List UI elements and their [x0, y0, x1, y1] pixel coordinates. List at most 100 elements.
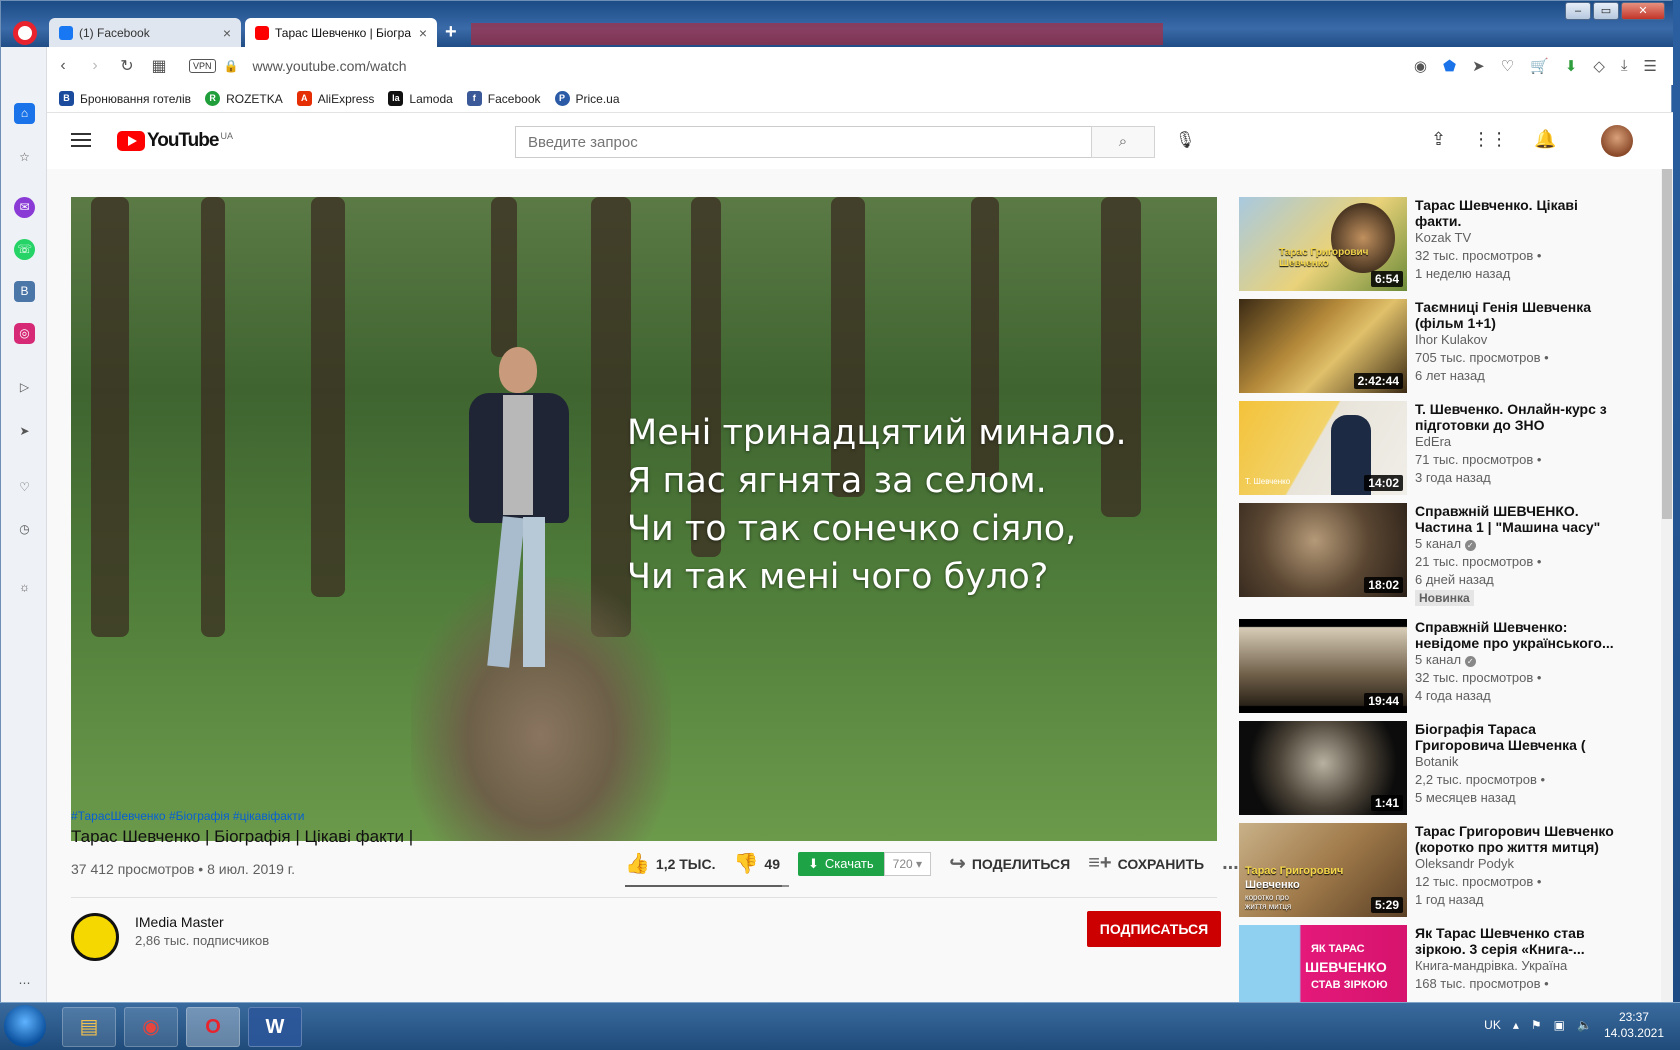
video-thumbnail[interactable]: Тарас Григорович Шевченко 6:54: [1239, 197, 1407, 291]
list-item[interactable]: 18:02 Справжній ШЕВЧЕНКО. Частина 1 | "М…: [1239, 503, 1639, 617]
bookmark-price[interactable]: P Price.ua: [554, 91, 620, 106]
downloads-icon[interactable]: ⤓: [1621, 57, 1628, 75]
maximize-button[interactable]: ▭: [1593, 2, 1619, 20]
lightbulb-icon[interactable]: ☼: [14, 577, 35, 598]
bookmark-aliexpress[interactable]: A AliExpress: [296, 91, 374, 106]
tabs-grid-icon[interactable]: ▦: [143, 56, 175, 76]
tab-close-icon[interactable]: ×: [419, 25, 427, 41]
list-item[interactable]: ЯК ТАРАС ШЕВЧЕНКО СТАВ ЗІРКОЮ Як Тарас Ш…: [1239, 925, 1639, 1003]
dislike-button[interactable]: 👎 49: [734, 851, 780, 876]
tab-close-icon[interactable]: ×: [223, 25, 231, 41]
easy-setup-icon[interactable]: ☰: [1644, 57, 1657, 75]
apps-icon[interactable]: ⋮⋮: [1472, 129, 1508, 150]
video-thumbnail[interactable]: ЯК ТАРАС ШЕВЧЕНКО СТАВ ЗІРКОЮ: [1239, 925, 1407, 1003]
subscribe-button[interactable]: ПОДПИСАТЬСЯ: [1087, 911, 1221, 947]
messenger-icon[interactable]: ✉: [14, 197, 35, 218]
more-icon[interactable]: ⋯: [14, 973, 35, 994]
search-input[interactable]: [515, 126, 1093, 158]
cube-icon[interactable]: ◇: [1593, 57, 1605, 75]
page-scrollbar[interactable]: [1661, 169, 1673, 1003]
vk-icon[interactable]: B: [14, 281, 35, 302]
video-thumbnail[interactable]: 19:44: [1239, 619, 1407, 713]
player-icon[interactable]: ▷: [14, 377, 35, 398]
chrome-taskbar-icon[interactable]: ◉: [124, 1007, 178, 1047]
opera-taskbar-icon[interactable]: O: [186, 1007, 240, 1047]
new-tab-button[interactable]: +: [445, 21, 457, 44]
cart-icon[interactable]: 🛒: [1530, 57, 1549, 75]
channel-name[interactable]: IMedia Master: [135, 914, 224, 930]
scrollbar-thumb[interactable]: [1662, 169, 1672, 519]
whatsapp-icon[interactable]: ☏: [14, 239, 35, 260]
more-actions-button[interactable]: ...: [1222, 852, 1239, 875]
network-icon[interactable]: ▣: [1554, 1018, 1565, 1032]
rec-title: Таємниці Генія Шевченка (фільм 1+1): [1415, 299, 1592, 331]
video-thumbnail[interactable]: Тарас Григорович Шевченко коротко про жи…: [1239, 823, 1407, 917]
channel-avatar[interactable]: [71, 913, 119, 961]
youtube-logo[interactable]: YouTube UA: [117, 130, 233, 152]
list-item[interactable]: Тарас Григорович Шевченко 6:54 Тарас Шев…: [1239, 197, 1639, 291]
bookmarks-heart-icon[interactable]: ♡: [14, 477, 35, 498]
explorer-taskbar-icon[interactable]: ▤: [62, 1007, 116, 1047]
list-item[interactable]: Т. Шевченко 14:02 Т. Шевченко. Онлайн-ку…: [1239, 401, 1639, 495]
clock[interactable]: 23:37 14.03.2021: [1604, 1009, 1664, 1041]
tab-facebook[interactable]: (1) Facebook ×: [49, 18, 241, 47]
url-field[interactable]: www.youtube.com/watch: [252, 58, 406, 74]
upload-icon[interactable]: ⇪: [1431, 129, 1446, 150]
flow-icon[interactable]: ➤: [14, 421, 35, 442]
bookmark-booking[interactable]: B Бронювання готелів: [59, 91, 191, 106]
video-thumbnail[interactable]: 18:02: [1239, 503, 1407, 597]
shield-icon[interactable]: ⬟: [1443, 57, 1456, 75]
search-button[interactable]: ⌕: [1091, 126, 1155, 158]
forward-icon[interactable]: ›: [79, 57, 111, 75]
notifications-bell-icon[interactable]: 🔔: [1534, 129, 1556, 150]
start-button[interactable]: [4, 1005, 46, 1047]
history-icon[interactable]: ◷: [14, 519, 35, 540]
language-indicator[interactable]: UK: [1484, 1018, 1501, 1032]
reload-icon[interactable]: ↻: [111, 56, 143, 76]
bookmark-rozetka[interactable]: R ROZETKA: [205, 91, 283, 106]
close-window-button[interactable]: ✕: [1621, 2, 1665, 20]
mic-icon[interactable]: 🎙: [1175, 130, 1195, 150]
download-extension-icon[interactable]: ⬇: [1565, 57, 1578, 75]
home-icon[interactable]: ⌂: [14, 103, 35, 124]
rec-channel: Ihor Kulakov: [1415, 332, 1488, 347]
save-button[interactable]: ≡+ СОХРАНИТЬ: [1088, 852, 1204, 875]
video-thumbnail[interactable]: 2:42:44: [1239, 299, 1407, 393]
list-item[interactable]: Тарас Григорович Шевченко коротко про жи…: [1239, 823, 1639, 917]
list-item[interactable]: 19:44 Справжній Шевченко: невідоме про у…: [1239, 619, 1639, 713]
like-button[interactable]: 👍 1,2 ТЫС.: [625, 851, 716, 876]
vpn-badge[interactable]: VPN: [189, 59, 216, 73]
lock-icon[interactable]: 🔒: [224, 59, 239, 73]
bookmark-lamoda[interactable]: la Lamoda: [388, 91, 453, 106]
instagram-icon[interactable]: ◎: [14, 323, 35, 344]
heart-icon[interactable]: ♡: [1501, 57, 1514, 75]
tab-youtube[interactable]: Тарас Шевченко | Біогра ×: [245, 18, 437, 47]
send-icon[interactable]: ➤: [1472, 57, 1485, 75]
video-hashtags[interactable]: #ТарасШевченко #Біографія #цікавіфакти: [71, 809, 305, 823]
speed-dial-icon[interactable]: ☆: [14, 147, 35, 168]
flag-icon[interactable]: ⚑: [1531, 1018, 1542, 1032]
opera-menu-icon[interactable]: [13, 21, 37, 45]
word-taskbar-icon[interactable]: W: [248, 1007, 302, 1047]
share-button[interactable]: ↪ ПОДЕЛИТЬСЯ: [949, 851, 1070, 876]
video-thumbnail[interactable]: Т. Шевченко 14:02: [1239, 401, 1407, 495]
download-button[interactable]: ⬇ Скачать: [798, 851, 884, 876]
menu-icon[interactable]: [71, 133, 91, 147]
avatar[interactable]: [1601, 125, 1633, 157]
taskbar: ▤ ◉ O W UK ▴ ⚑ ▣ 🔈 23:37 14.03.2021: [0, 1002, 1680, 1050]
thumbnail-text: Т. Шевченко: [1245, 477, 1291, 486]
tray-expand-icon[interactable]: ▴: [1513, 1018, 1519, 1032]
volume-icon[interactable]: 🔈: [1577, 1018, 1592, 1032]
video-player[interactable]: Мені тринадцятий минало. Я пас ягнята за…: [71, 197, 1217, 841]
back-icon[interactable]: ‹: [47, 57, 79, 75]
rec-channel: Kozak TV: [1415, 230, 1472, 245]
browser-window: (1) Facebook × Тарас Шевченко | Біогра ×…: [0, 0, 1673, 1003]
list-item[interactable]: 1:41 Біографія Тараса Григоровича Шевчен…: [1239, 721, 1639, 815]
video-thumbnail[interactable]: 1:41: [1239, 721, 1407, 815]
quality-select[interactable]: 720 ▾: [883, 851, 932, 876]
minimize-button[interactable]: –: [1565, 2, 1591, 20]
window-controls: – ▭ ✕: [1565, 2, 1665, 20]
list-item[interactable]: 2:42:44 Таємниці Генія Шевченка (фільм 1…: [1239, 299, 1639, 393]
camera-icon[interactable]: ◉: [1414, 57, 1427, 75]
bookmark-facebook[interactable]: f Facebook: [466, 91, 541, 106]
